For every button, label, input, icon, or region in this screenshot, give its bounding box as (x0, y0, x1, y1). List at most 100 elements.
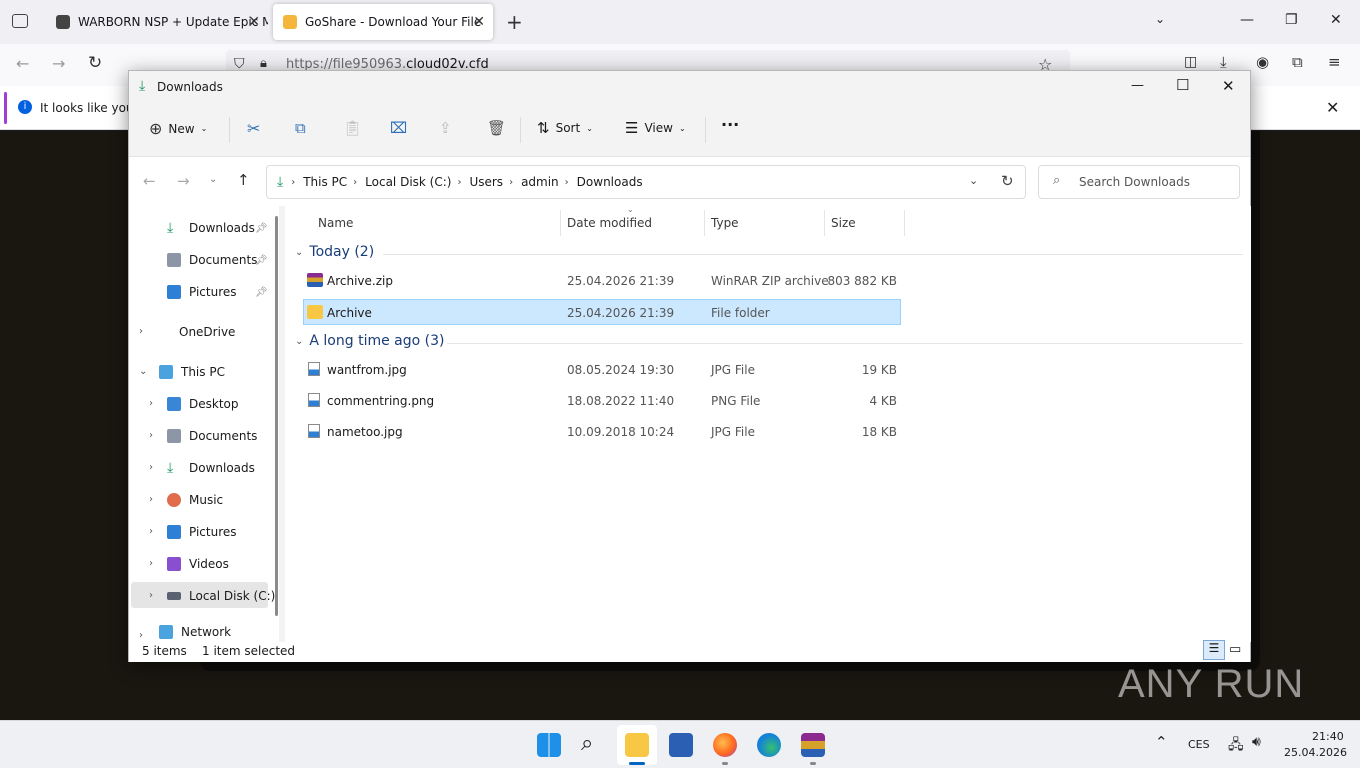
column-header-type[interactable]: Type (711, 216, 739, 230)
expand-chevron-icon[interactable]: › (139, 630, 143, 641)
maximize-icon[interactable]: ☐ (1176, 76, 1189, 94)
close-tab-icon[interactable]: ✕ (473, 14, 485, 30)
view-button[interactable]: ☰ View ⌄ (625, 119, 686, 137)
pin-icon[interactable]: 📌︎ (255, 223, 268, 234)
search-input[interactable]: ⌕ Search Downloads (1038, 165, 1240, 199)
sidebar-scrollbar[interactable] (275, 216, 278, 616)
extensions-icon[interactable]: ⧉ (1292, 53, 1303, 71)
more-options-button[interactable]: ··· (721, 115, 739, 134)
group-header-long-ago[interactable]: ⌄ A long time ago (3) (295, 333, 444, 349)
sidebar-item-downloads-pc[interactable]: ⤓ Downloads (167, 455, 255, 481)
column-divider[interactable] (704, 210, 705, 236)
sidebar-item-documents[interactable]: Documents 📌︎ (167, 247, 268, 273)
file-explorer-icon[interactable] (625, 733, 649, 757)
expand-chevron-icon[interactable]: › (149, 430, 153, 441)
expand-chevron-icon[interactable]: › (149, 398, 153, 409)
column-header-date[interactable]: Date modified (567, 216, 652, 230)
breadcrumb-item[interactable]: Local Disk (C:) (365, 175, 451, 189)
close-window-icon[interactable]: ✕ (1330, 12, 1342, 28)
sidebar-item-this-pc[interactable]: This PC (159, 359, 225, 385)
sort-button[interactable]: ⇅ Sort ⌄ (537, 119, 593, 137)
download-icon[interactable]: ⤓ (1220, 53, 1227, 71)
start-icon[interactable] (537, 733, 561, 757)
show-hidden-icons-icon[interactable]: ⌃ (1155, 733, 1168, 751)
sidebar-item-videos[interactable]: Videos (167, 551, 229, 577)
table-row-selected[interactable]: Archive 25.04.2026 21:39 File folder (303, 299, 901, 325)
column-header-size[interactable]: Size (831, 216, 856, 230)
account-icon[interactable]: ◉ (1256, 53, 1269, 71)
expand-chevron-icon[interactable]: › (149, 590, 153, 601)
volume-icon[interactable]: 🔊︎ (1252, 734, 1261, 750)
close-window-icon[interactable]: ✕ (1222, 77, 1235, 95)
clock-time[interactable]: 21:40 (1312, 730, 1344, 743)
language-indicator[interactable]: CES (1188, 738, 1210, 751)
sidebar-item-pictures[interactable]: Pictures 📌︎ (167, 279, 268, 305)
back-icon[interactable]: ← (16, 54, 29, 73)
table-row[interactable]: nametoo.jpg 10.09.2018 10:24 JPG File 18… (303, 419, 901, 445)
pocket-icon[interactable]: ◫ (1184, 54, 1197, 70)
column-header-name[interactable]: Name (318, 216, 353, 230)
share-button[interactable]: ⇪ (439, 119, 452, 137)
tab-goshare[interactable]: GoShare - Download Your File ✕ (273, 4, 493, 40)
copy-button[interactable]: ⧉ (295, 119, 306, 137)
sidebar-item-music[interactable]: Music (167, 487, 223, 513)
forward-icon[interactable]: → (52, 54, 65, 73)
back-icon[interactable]: ← (143, 172, 156, 190)
firefox-icon[interactable] (713, 733, 737, 757)
group-header-today[interactable]: ⌄ Today (2) (295, 244, 374, 260)
delete-button[interactable]: 🗑︎ (487, 119, 506, 137)
breadcrumb-item[interactable]: This PC (303, 175, 347, 189)
expand-chevron-icon[interactable]: › (149, 526, 153, 537)
pin-icon[interactable]: 📌︎ (255, 287, 268, 298)
reload-icon[interactable]: ↻ (88, 53, 102, 73)
expand-chevron-icon[interactable]: › (149, 494, 153, 505)
table-row[interactable]: commentring.png 18.08.2022 11:40 PNG Fil… (303, 388, 901, 414)
menu-icon[interactable]: ≡ (1328, 53, 1341, 71)
expand-chevron-icon[interactable]: › (149, 462, 153, 473)
sidebar-item-pictures-pc[interactable]: Pictures (167, 519, 237, 545)
new-button[interactable]: ⊕ New ⌄ (149, 119, 207, 138)
list-all-tabs-icon[interactable]: ⌄ (1155, 12, 1165, 26)
pin-icon[interactable]: 📌︎ (255, 255, 268, 266)
rename-button[interactable]: ⌧ (390, 119, 407, 137)
edge-icon[interactable] (757, 733, 781, 757)
expand-chevron-icon[interactable]: › (149, 558, 153, 569)
address-bar[interactable]: ⤓ › This PC › Local Disk (C:) › Users › … (266, 165, 1026, 199)
column-divider[interactable] (560, 210, 561, 236)
sidebar-item-onedrive[interactable]: OneDrive (159, 319, 235, 345)
collapse-chevron-icon[interactable]: ⌄ (139, 366, 147, 377)
expand-chevron-icon[interactable]: › (139, 326, 143, 337)
chevron-down-icon[interactable]: ⌄ (969, 174, 978, 187)
tiles-view-icon[interactable]: ▭ (1229, 642, 1241, 657)
breadcrumb-item[interactable]: Downloads (577, 175, 643, 189)
minimize-icon[interactable]: — (1131, 78, 1144, 93)
forward-icon[interactable]: → (177, 172, 190, 190)
details-view-icon[interactable]: ☰ (1203, 640, 1225, 660)
up-icon[interactable]: ↑ (237, 171, 250, 189)
sidebar-item-downloads[interactable]: ⤓ Downloads 📌︎ (167, 215, 268, 241)
network-icon[interactable]: 🖧︎ (1228, 734, 1244, 758)
close-notification-icon[interactable]: ✕ (1326, 98, 1339, 117)
breadcrumb-item[interactable]: admin (521, 175, 559, 189)
search-icon[interactable]: ⌕ (581, 733, 605, 757)
refresh-icon[interactable]: ↻ (1001, 172, 1014, 190)
column-divider[interactable] (824, 210, 825, 236)
minimize-icon[interactable]: — (1240, 12, 1254, 28)
sidebar-item-desktop[interactable]: Desktop (167, 391, 239, 417)
sidebar-item-documents-pc[interactable]: Documents (167, 423, 257, 449)
cut-button[interactable]: ✂ (247, 119, 260, 138)
column-divider[interactable] (904, 210, 905, 236)
winrar-icon[interactable] (801, 733, 825, 757)
breadcrumb-item[interactable]: Users (469, 175, 503, 189)
store-icon[interactable] (669, 733, 693, 757)
sidebar-item-local-disk[interactable]: Local Disk (C:) (167, 583, 275, 609)
sidebar-item-network[interactable]: Network (159, 623, 231, 641)
lock-icon[interactable]: 🔒︎ (260, 56, 267, 71)
recent-locations-icon[interactable]: ⌄ (209, 174, 217, 185)
maximize-icon[interactable]: ❐ (1285, 12, 1298, 28)
table-row[interactable]: Archive.zip 25.04.2026 21:39 WinRAR ZIP … (303, 268, 901, 294)
table-row[interactable]: wantfrom.jpg 08.05.2024 19:30 JPG File 1… (303, 357, 901, 383)
paste-button[interactable]: 📋︎ (343, 119, 362, 137)
new-tab-button[interactable]: + (506, 10, 523, 34)
clock-date[interactable]: 25.04.2026 (1284, 746, 1347, 759)
